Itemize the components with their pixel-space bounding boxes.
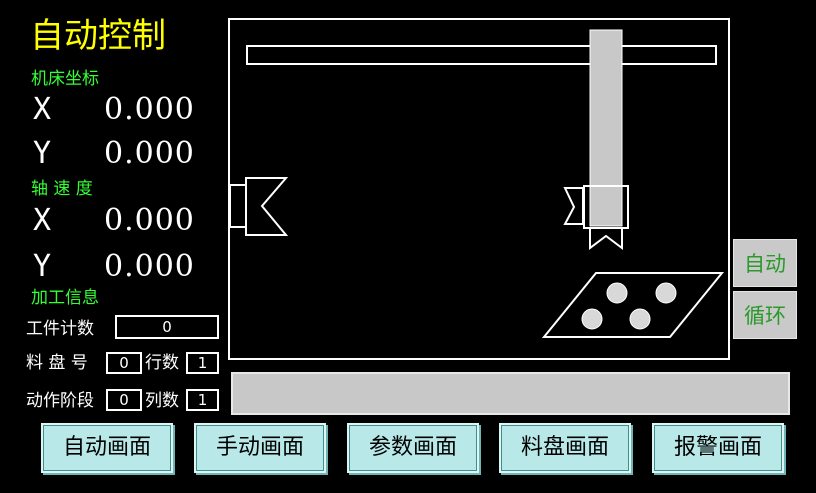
manual-screen-button[interactable]: 手动画面 — [194, 423, 326, 473]
fixture-block — [229, 184, 247, 228]
machine-animation-drawing — [229, 29, 725, 338]
auto-screen-button[interactable]: 自动画面 — [41, 423, 173, 473]
tray-part-4 — [629, 308, 651, 330]
vertical-arm — [589, 29, 623, 227]
cycle-mode-button[interactable]: 循环 — [733, 291, 797, 339]
auto-mode-button[interactable]: 自动 — [733, 239, 797, 287]
params-screen-button[interactable]: 参数画面 — [347, 423, 479, 473]
fixture-clamp — [245, 177, 289, 236]
tray-part-1 — [606, 282, 628, 304]
status-message-bar — [231, 372, 790, 415]
tray-part-2 — [655, 282, 677, 304]
horizontal-rail — [246, 45, 717, 65]
tray-screen-button[interactable]: 料盘画面 — [499, 423, 631, 473]
alarm-screen-button[interactable]: 报警画面 — [652, 423, 784, 473]
material-tray — [541, 272, 725, 338]
gripper-left-jaw — [563, 187, 584, 225]
tray-part-3 — [581, 308, 603, 330]
gripper-bottom-jaw — [589, 227, 623, 250]
